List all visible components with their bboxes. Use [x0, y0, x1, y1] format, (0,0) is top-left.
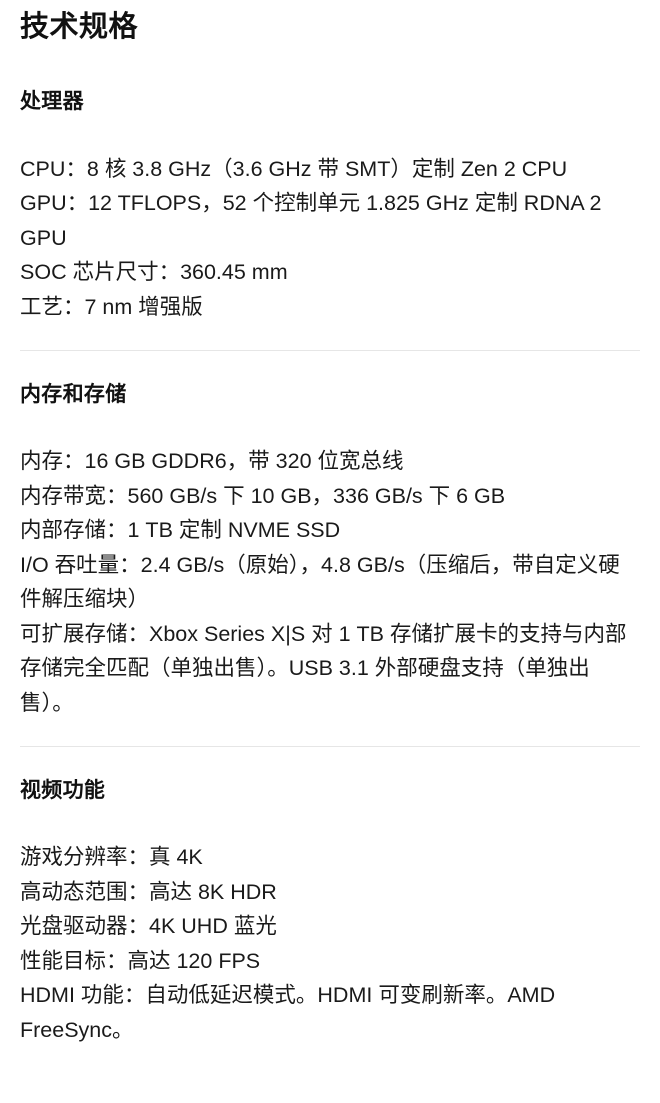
- spec-line: 内存：16 GB GDDR6，带 320 位宽总线: [20, 449, 404, 474]
- section-heading-memory-and-storage: 内存和存储: [20, 383, 127, 407]
- spec-line: 可扩展存储：Xbox Series X|S 对 1 TB 存储扩展卡的支持与内部…: [20, 621, 627, 715]
- page-title: 技术规格: [20, 11, 139, 43]
- spec-line: 工艺：7 nm 增强版: [20, 294, 203, 319]
- section-memory-and-storage: 内存和存储 内存：16 GB GDDR6，带 320 位宽总线 内存带宽：560…: [20, 382, 640, 720]
- spec-line: CPU：8 核 3.8 GHz（3.6 GHz 带 SMT）定制 Zen 2 C…: [20, 156, 568, 181]
- spec-line: 内部存储：1 TB 定制 NVME SSD: [20, 518, 341, 543]
- spec-line: 光盘驱动器：4K UHD 蓝光: [20, 914, 277, 939]
- spec-sheet-page: 技术规格 处理器 CPU：8 核 3.8 GHz（3.6 GHz 带 SMT）定…: [0, 11, 660, 1047]
- spec-line: I/O 吞吐量：2.4 GB/s（原始），4.8 GB/s（压缩后，带自定义硬件…: [20, 552, 620, 612]
- spec-line: 性能目标：高达 120 FPS: [20, 948, 261, 973]
- spec-line: SOC 芯片尺寸：360.45 mm: [20, 260, 288, 285]
- spec-line: 内存带宽：560 GB/s 下 10 GB，336 GB/s 下 6 GB: [20, 483, 506, 508]
- section-video-capabilities: 视频功能 游戏分辨率：真 4K 高动态范围：高达 8K HDR 光盘驱动器：4K…: [20, 778, 640, 1047]
- section-body-processor: CPU：8 核 3.8 GHz（3.6 GHz 带 SMT）定制 Zen 2 C…: [20, 152, 640, 325]
- spec-line: 高动态范围：高达 8K HDR: [20, 879, 277, 904]
- spec-line: HDMI 功能：自动低延迟模式。HDMI 可变刷新率。AMD FreeSync。: [20, 983, 556, 1042]
- spec-line: GPU：12 TFLOPS，52 个控制单元 1.825 GHz 定制 RDNA…: [20, 191, 602, 250]
- section-heading-video-capabilities: 视频功能: [20, 779, 106, 803]
- section-heading-processor: 处理器: [20, 90, 84, 114]
- spec-line: 游戏分辨率：真 4K: [20, 845, 203, 870]
- section-body-memory-and-storage: 内存：16 GB GDDR6，带 320 位宽总线 内存带宽：560 GB/s …: [20, 444, 640, 720]
- section-processor: 处理器 CPU：8 核 3.8 GHz（3.6 GHz 带 SMT）定制 Zen…: [20, 89, 640, 324]
- section-body-video-capabilities: 游戏分辨率：真 4K 高动态范围：高达 8K HDR 光盘驱动器：4K UHD …: [20, 840, 640, 1047]
